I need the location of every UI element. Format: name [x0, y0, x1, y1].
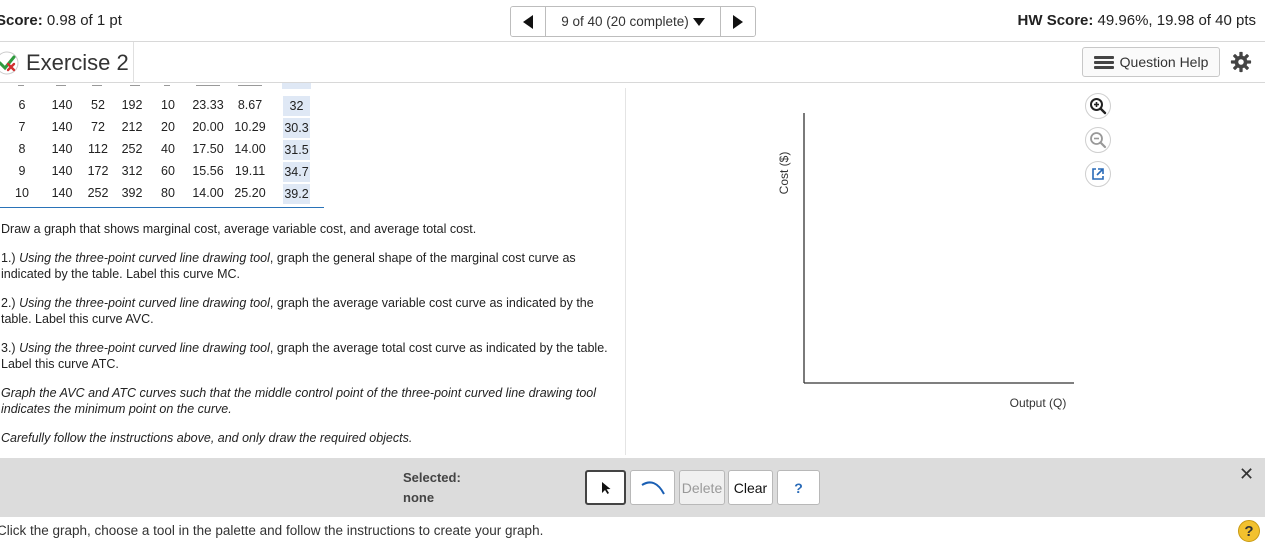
table-row: 8 140 112 252 40 17.50 14.00 31.5	[0, 138, 324, 160]
close-icon[interactable]: ✕	[1239, 464, 1254, 485]
table-cell: 23.33	[192, 98, 224, 112]
table-cell: 25.20	[234, 186, 266, 200]
check-x-icon	[0, 51, 19, 75]
top-bar: Score: 0.98 of 1 pt 9 of 40 (20 complete…	[0, 0, 1265, 42]
y-axis-label: Cost ($)	[777, 152, 791, 195]
next-question-button[interactable]	[721, 7, 755, 36]
caret-down-icon	[692, 17, 705, 26]
table-bottom-rule	[0, 207, 324, 208]
popout-button[interactable]	[1085, 161, 1111, 187]
table-row: 9 140 172 312 60 15.56 19.11 34.7	[0, 160, 324, 182]
panel-divider	[625, 88, 626, 455]
table-cell: 10	[161, 98, 175, 112]
table-clipped-row	[0, 83, 324, 89]
x-axis-label: Output (Q)	[1010, 396, 1067, 410]
table-cell: 20	[161, 120, 175, 134]
help-icon[interactable]: ?	[1238, 520, 1260, 542]
table-cell: 140	[51, 186, 73, 200]
zoom-out-button[interactable]	[1085, 127, 1111, 153]
pointer-tool-button[interactable]	[585, 470, 626, 505]
table-cell: 312	[121, 164, 143, 178]
answer-cell: 32	[283, 96, 310, 116]
instruction-intro: Draw a graph that shows marginal cost, a…	[1, 222, 477, 236]
table-row: 7 140 72 212 20 20.00 10.29 30.3	[0, 116, 324, 138]
palette-help-button[interactable]: ?	[777, 470, 820, 505]
curve-tool-icon	[640, 481, 665, 494]
table-cell: 140	[51, 142, 73, 156]
graph-canvas[interactable]: Cost ($) Output (Q)	[760, 95, 1090, 415]
table-cell: 140	[51, 98, 73, 112]
table-cell: 15.56	[192, 164, 224, 178]
zoom-in-icon	[1090, 98, 1107, 115]
selected-value: none	[403, 490, 435, 505]
clear-button[interactable]: Clear	[728, 470, 773, 505]
table-cell: 10	[15, 186, 29, 200]
table-cell: 8	[18, 142, 26, 156]
question-navigator: 9 of 40 (20 complete)	[510, 6, 756, 37]
hw-score-display: HW Score: 49.96%, 19.98 of 40 pts	[1017, 12, 1256, 29]
title-divider	[133, 42, 134, 83]
instruction-4: Graph the AVC and ATC curves such that t…	[1, 386, 597, 416]
zoom-out-icon	[1090, 132, 1107, 149]
instruction-1: 1.) Using the three-point curved line dr…	[1, 251, 576, 281]
status-message: Click the graph, choose a tool in the pa…	[0, 523, 544, 538]
answer-cell: 39.2	[283, 184, 310, 204]
table-cell: 6	[18, 98, 26, 112]
table-cell: 10.29	[234, 120, 266, 134]
exercise-bar: Exercise 2 Question Help	[0, 42, 1265, 83]
instruction-5: Carefully follow the instructions above,…	[1, 431, 413, 445]
curve-tool-button[interactable]	[630, 470, 675, 505]
arrow-left-icon	[523, 14, 533, 29]
table-cell: 192	[121, 98, 143, 112]
pointer-icon	[601, 481, 610, 494]
exercise-title: Exercise 2	[26, 50, 129, 75]
answer-cell: 30.3	[283, 118, 310, 138]
popout-icon	[1092, 168, 1104, 180]
table-cell: 40	[161, 142, 175, 156]
table-cell: 7	[18, 120, 26, 134]
instruction-2: 2.) Using the three-point curved line dr…	[1, 296, 594, 326]
table-row: 10 140 252 392 80 14.00 25.20 39.2	[0, 182, 324, 204]
table-cell: 20.00	[192, 120, 224, 134]
answer-cell: 31.5	[283, 140, 310, 160]
table-cell: 14.00	[234, 142, 266, 156]
table-cell: 8.67	[237, 98, 263, 112]
list-icon	[1093, 55, 1114, 69]
table-cell: 17.50	[192, 142, 224, 156]
table-cell: 9	[18, 164, 26, 178]
score-display: Score: 0.98 of 1 pt	[0, 12, 122, 29]
arrow-right-icon	[733, 14, 743, 29]
instruction-3: 3.) Using the three-point curved line dr…	[1, 341, 608, 371]
table-cell: 392	[121, 186, 143, 200]
table-cell: 140	[51, 164, 73, 178]
selected-label: Selected:	[403, 470, 461, 485]
answer-cell: 34.7	[283, 162, 310, 182]
drawing-palette: Selected: none Delete Clear ?	[0, 458, 1265, 517]
table-row: 6 140 52 192 10 23.33 8.67 32	[0, 94, 324, 116]
question-help-button[interactable]: Question Help	[1082, 47, 1220, 77]
table-cell: 60	[161, 164, 175, 178]
question-select[interactable]: 9 of 40 (20 complete)	[545, 7, 721, 36]
table-cell: 252	[121, 142, 143, 156]
instructions: Draw a graph that shows marginal cost, a…	[1, 221, 621, 459]
table-cell: 14.00	[192, 186, 224, 200]
prev-question-button[interactable]	[511, 7, 545, 36]
table-cell: 212	[121, 120, 143, 134]
gear-icon[interactable]	[1230, 51, 1252, 73]
table-cell: 80	[161, 186, 175, 200]
table-cell: 19.11	[234, 164, 266, 178]
zoom-in-button[interactable]	[1085, 93, 1111, 119]
table-cell: 140	[51, 120, 73, 134]
delete-button[interactable]: Delete	[679, 470, 725, 505]
